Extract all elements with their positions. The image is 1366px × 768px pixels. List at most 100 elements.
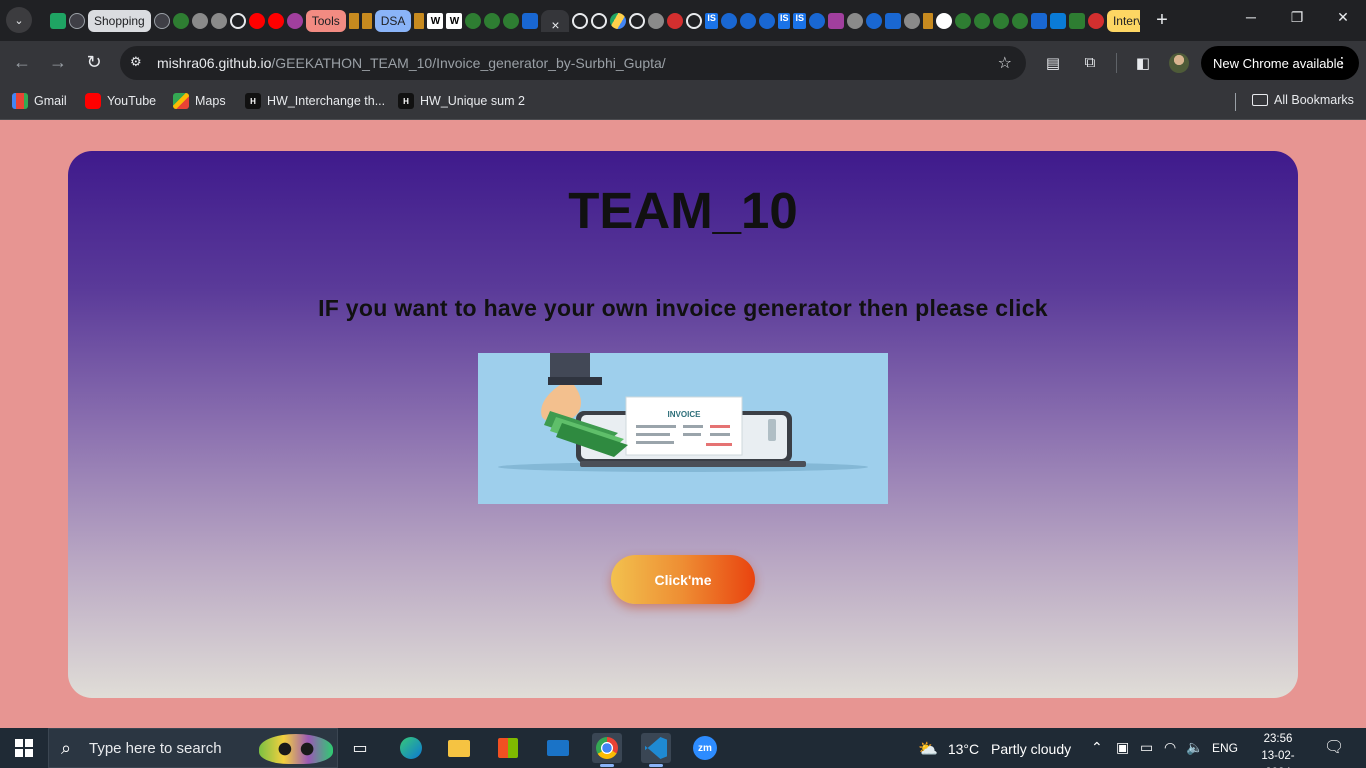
mail-taskbar-button[interactable]: [543, 733, 573, 763]
reading-mode-icon[interactable]: ▤: [1043, 54, 1063, 72]
tab-icon[interactable]: [667, 13, 684, 29]
youtube-icon: [85, 93, 101, 109]
bookmark-hw-interchange[interactable]: H HW_Interchange th...: [245, 93, 385, 109]
google-tab-icon[interactable]: [935, 13, 952, 29]
file-explorer-taskbar-button[interactable]: [444, 733, 474, 763]
tab-icon[interactable]: [1068, 13, 1085, 29]
bookmark-hw-unique-sum[interactable]: H HW_Unique sum 2: [398, 93, 525, 109]
bookmark-youtube[interactable]: YouTube: [85, 93, 156, 109]
minimize-button[interactable]: ─: [1241, 9, 1261, 25]
tab-search-button[interactable]: ⌄: [6, 7, 32, 33]
bookmark-maps[interactable]: Maps: [173, 93, 226, 109]
chrome-taskbar-button[interactable]: [592, 733, 622, 767]
side-panel-icon[interactable]: ◧: [1133, 54, 1153, 72]
wikipedia-tab-icon[interactable]: W: [446, 13, 463, 29]
wifi-icon[interactable]: ◠: [1164, 739, 1176, 756]
tab-icon[interactable]: [191, 13, 208, 29]
chatgpt-tab-icon[interactable]: [69, 13, 85, 29]
github-tab-icon[interactable]: [572, 13, 589, 29]
github-tab-icon[interactable]: [629, 13, 646, 29]
new-tab-button[interactable]: +: [1152, 9, 1172, 32]
tab-icon[interactable]: [348, 13, 359, 29]
update-label: New Chrome available: [1213, 55, 1344, 71]
tab-icon[interactable]: IS: [793, 13, 806, 29]
chrome-update-button[interactable]: New Chrome available ⋮: [1201, 46, 1359, 80]
url-text[interactable]: mishra06.github.io/GEEKATHON_TEAM_10/Inv…: [157, 55, 666, 71]
notifications-button[interactable]: 🗨: [1324, 737, 1344, 757]
back-button[interactable]: ←: [11, 52, 33, 73]
vscode-taskbar-button[interactable]: [641, 733, 671, 767]
tab-icon[interactable]: [954, 13, 971, 29]
tab-group-interview[interactable]: Interview: [1106, 10, 1140, 32]
active-tab-close-button[interactable]: ×: [541, 10, 570, 32]
tab-icon[interactable]: [210, 13, 227, 29]
extensions-icon[interactable]: ⧉: [1080, 54, 1100, 71]
battery-icon[interactable]: ▭: [1140, 739, 1153, 756]
tab-group-tools[interactable]: Tools: [305, 10, 346, 32]
weather-widget[interactable]: ⛅ 13°C Partly cloudy: [918, 739, 1071, 759]
tab-icon[interactable]: [414, 13, 425, 29]
click-me-button[interactable]: Click'me: [611, 555, 755, 604]
tab-group-dsa[interactable]: DSA: [374, 10, 412, 32]
tab-icon[interactable]: [1030, 13, 1047, 29]
github-tab-icon[interactable]: [229, 13, 246, 29]
drive-tab-icon[interactable]: [610, 13, 627, 29]
tab-icon[interactable]: [286, 13, 303, 29]
taskbar-search-box[interactable]: ⌕ Type here to search: [48, 728, 338, 768]
tab-icon[interactable]: [484, 13, 501, 29]
address-bar[interactable]: ⚙ mishra06.github.io/GEEKATHON_TEAM_10/I…: [120, 46, 1026, 80]
tab-icon[interactable]: [720, 13, 737, 29]
tab-icon[interactable]: [758, 13, 775, 29]
youtube-tab-icon[interactable]: [267, 13, 284, 29]
wikipedia-tab-icon[interactable]: W: [427, 13, 444, 29]
tab-icon[interactable]: [522, 13, 539, 29]
tab-icon[interactable]: [503, 13, 520, 29]
all-bookmarks-button[interactable]: All Bookmarks: [1252, 93, 1354, 107]
forward-button[interactable]: →: [47, 52, 69, 73]
show-hidden-icons-button[interactable]: ⌃: [1091, 739, 1103, 756]
system-clock[interactable]: 23:56 13-02-2024: [1250, 731, 1306, 768]
tab-icon[interactable]: [1011, 13, 1028, 29]
close-window-button[interactable]: ✕: [1333, 9, 1353, 26]
gmail-icon: [12, 93, 28, 109]
tab-icon[interactable]: [1049, 13, 1066, 29]
language-indicator[interactable]: ENG: [1212, 741, 1238, 755]
tab-icon[interactable]: IS: [777, 13, 791, 29]
github-tab-icon[interactable]: [591, 13, 608, 29]
tab-icon[interactable]: [922, 13, 933, 29]
youtube-tab-icon[interactable]: [248, 13, 265, 29]
tab-icon[interactable]: [865, 13, 882, 29]
bookmark-star-icon[interactable]: ☆: [998, 53, 1012, 73]
tab-icon[interactable]: [739, 13, 756, 29]
sheets-tab-icon[interactable]: [50, 13, 66, 29]
tab-icon[interactable]: [827, 13, 844, 29]
site-info-icon[interactable]: ⚙: [130, 54, 142, 70]
restore-button[interactable]: ❐: [1287, 9, 1307, 26]
tab-icon[interactable]: [992, 13, 1009, 29]
windows-start-button[interactable]: [15, 739, 33, 757]
tab-group-shopping[interactable]: Shopping: [88, 10, 151, 32]
github-tab-icon[interactable]: [686, 13, 703, 29]
bookmark-gmail[interactable]: Gmail: [12, 93, 67, 109]
store-taskbar-button[interactable]: [493, 733, 523, 763]
tab-icon[interactable]: [903, 13, 920, 29]
tab-icon[interactable]: [648, 13, 665, 29]
profile-avatar[interactable]: [1169, 53, 1189, 73]
tab-icon[interactable]: [884, 13, 901, 29]
volume-icon[interactable]: 🔈: [1186, 739, 1203, 756]
edge-taskbar-button[interactable]: [396, 733, 426, 763]
tab-icon[interactable]: [172, 13, 189, 29]
tab-icon[interactable]: [808, 13, 825, 29]
tab-icon[interactable]: IS: [705, 13, 718, 29]
reload-button[interactable]: ↻: [83, 52, 105, 73]
tab-icon[interactable]: [153, 13, 170, 29]
tab-icon[interactable]: [361, 13, 372, 29]
task-view-button[interactable]: ▭: [345, 733, 375, 763]
tab-icon[interactable]: [973, 13, 990, 29]
tab-icon[interactable]: [465, 13, 482, 29]
meet-now-icon[interactable]: ▣: [1116, 739, 1129, 756]
tab-icon[interactable]: [1087, 13, 1104, 29]
zoom-taskbar-button[interactable]: zm: [690, 733, 720, 763]
tab-icon[interactable]: [846, 13, 863, 29]
vscode-icon: [645, 737, 667, 759]
